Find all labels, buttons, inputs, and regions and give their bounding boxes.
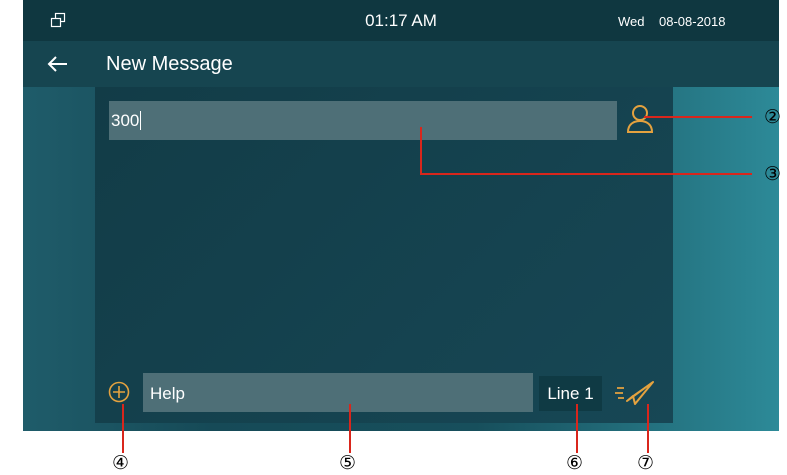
status-date: 08-08-2018 — [659, 14, 726, 29]
callout-6: ⑥ — [566, 452, 584, 474]
back-arrow-icon[interactable] — [47, 54, 69, 74]
add-icon[interactable] — [108, 381, 130, 403]
status-bar: 01:17 AM Wed 08-08-2018 — [23, 0, 779, 41]
message-placeholder: Help — [150, 384, 185, 403]
callout-3: ③ — [764, 163, 782, 185]
send-icon[interactable] — [613, 379, 655, 407]
title-bar: New Message — [23, 41, 779, 87]
recipient-value: 300 — [111, 111, 140, 130]
text-caret — [140, 111, 141, 130]
message-input[interactable]: Help — [143, 373, 533, 412]
line-select-button[interactable]: Line 1 — [539, 376, 602, 411]
callout-4: ④ — [112, 452, 130, 474]
callout-5: ⑤ — [339, 452, 357, 474]
recipient-input[interactable]: 300 — [109, 101, 617, 140]
callout-7: ⑦ — [637, 452, 655, 474]
contact-icon[interactable] — [625, 103, 655, 135]
compose-panel: 300 Help Line 1 — [95, 87, 673, 423]
callout-2: ② — [764, 106, 782, 128]
page-title: New Message — [106, 53, 233, 75]
device-screen: 01:17 AM Wed 08-08-2018 New Message 300 … — [23, 0, 779, 431]
status-day: Wed — [618, 14, 645, 29]
